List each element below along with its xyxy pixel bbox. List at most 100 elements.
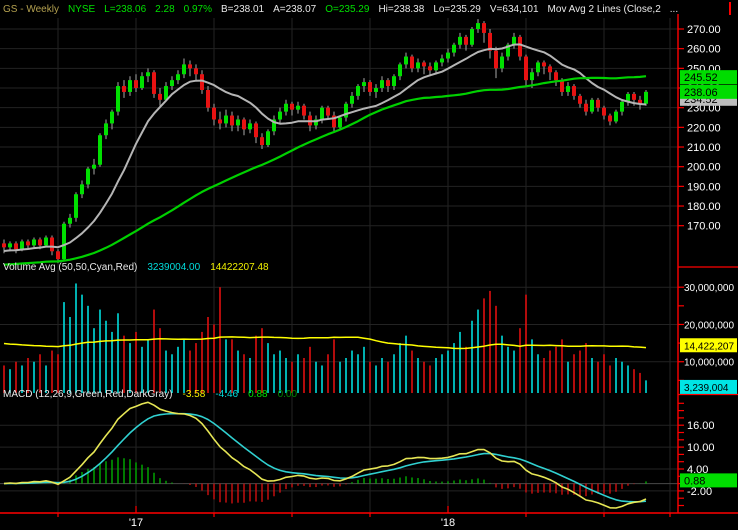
candle-up: [8, 243, 12, 248]
price-change-pct: 0.97%: [183, 3, 212, 15]
candle-up: [182, 64, 186, 75]
time-axis-label: '17: [129, 517, 143, 529]
candle-down: [56, 251, 60, 260]
candle-up: [248, 123, 252, 130]
candle-up: [416, 62, 420, 69]
macd-axis-label: -2.00: [687, 486, 712, 498]
candle-up: [530, 72, 534, 81]
candle-down: [584, 103, 588, 112]
candle-up: [80, 184, 84, 195]
candle-down: [632, 93, 636, 100]
candle-down: [26, 241, 30, 246]
candle-up: [440, 58, 444, 63]
candle-down: [38, 239, 42, 246]
candle-down: [50, 237, 54, 252]
candle-down: [290, 103, 294, 110]
candle-up: [20, 241, 24, 250]
ma-slow-line: [3, 75, 647, 266]
candle-down: [212, 107, 216, 120]
candle-down: [302, 105, 306, 116]
candle-down: [260, 137, 264, 146]
candle-up: [74, 194, 78, 218]
candle-down: [548, 66, 552, 73]
price-axis-label: 180.00: [687, 201, 721, 213]
candle-up: [236, 119, 240, 126]
candle-up: [128, 80, 132, 92]
candle-up: [446, 52, 450, 59]
time-axis-label: '18: [441, 517, 455, 529]
chart-canvas[interactable]: 270.00260.00250.00240.00230.00220.00210.…: [0, 0, 738, 530]
volume-axis-label: 10,000,000: [684, 358, 734, 369]
macd-hist-badge: 0.88: [680, 473, 737, 488]
candle-down: [158, 93, 162, 100]
header-red-marker: [729, 2, 731, 15]
candle-down: [482, 23, 486, 33]
symbol-label: GS - Weekly: [3, 3, 59, 15]
candle-up: [98, 135, 102, 165]
candle-down: [572, 86, 576, 96]
candle-down: [608, 115, 612, 122]
candle-up: [68, 217, 72, 224]
candle-down: [410, 56, 414, 69]
candle-up: [62, 223, 66, 260]
candle-down: [554, 72, 558, 81]
candle-down: [422, 62, 426, 67]
candle-up: [458, 36, 462, 45]
candle-up: [434, 62, 438, 71]
candle-up: [146, 72, 150, 77]
candle-down: [2, 243, 6, 248]
candle-up: [380, 80, 384, 89]
candle-up: [86, 168, 90, 185]
candle-up: [356, 86, 360, 96]
price-axis-label: 260.00: [687, 44, 721, 56]
last-price-badge-text: 238.06: [684, 87, 718, 99]
candle-up: [644, 91, 648, 104]
last-price: L=238.06: [104, 3, 147, 15]
candle-up: [476, 23, 480, 29]
last-price-badge: 238.06: [680, 84, 737, 99]
candle-down: [602, 107, 606, 116]
candle-up: [362, 82, 366, 87]
candle-up: [266, 131, 270, 146]
candle-up: [620, 101, 624, 112]
ask-price: A=238.07: [273, 3, 317, 15]
macd-hist-badge-text: 0.88: [684, 475, 705, 487]
candle-up: [176, 74, 180, 81]
candle-up: [278, 111, 282, 120]
quote-bar: GS - Weekly NYSE L=238.06 2.28 0.97% B=2…: [0, 0, 738, 18]
candle-up: [404, 56, 408, 65]
volume-current-badge: 3,239,004: [680, 379, 737, 394]
candle-down: [386, 80, 390, 87]
price-axis-label: 170.00: [687, 221, 721, 233]
candle-down: [152, 72, 156, 94]
candle-up: [44, 237, 48, 246]
candle-down: [134, 80, 138, 89]
volume-avg-badge: 14,422,207: [680, 338, 737, 353]
candle-up: [296, 105, 300, 110]
candle-down: [326, 107, 330, 116]
candle-up: [140, 76, 144, 89]
candle-down: [14, 243, 18, 250]
candle-up: [470, 29, 474, 45]
time-axis: '17 '18: [0, 506, 738, 529]
open-price: O=235.29: [325, 3, 370, 15]
low-price: Lo=235.29: [433, 3, 481, 15]
price-change: 2.28: [155, 3, 175, 15]
bid-price: B=238.01: [221, 3, 265, 15]
candle-down: [218, 119, 222, 124]
candle-up: [350, 95, 354, 104]
candle-up: [116, 86, 120, 112]
candle-up: [320, 107, 324, 120]
high-price: Hi=238.38: [378, 3, 425, 15]
ma-slow-badge-text: 245.52: [684, 72, 718, 84]
bar-volume: V=634,101: [489, 3, 539, 15]
candle-down: [578, 95, 582, 104]
ma-slow-layer: [3, 75, 647, 266]
candle-down: [596, 99, 600, 108]
candle-up: [392, 76, 396, 87]
volume-avg-badge-text: 14,422,207: [684, 341, 734, 352]
chart-window: GS - Weekly NYSE L=238.06 2.28 0.97% B=2…: [0, 0, 738, 530]
candle-up: [500, 56, 504, 69]
candle-down: [464, 36, 468, 45]
candle-down: [494, 50, 498, 69]
